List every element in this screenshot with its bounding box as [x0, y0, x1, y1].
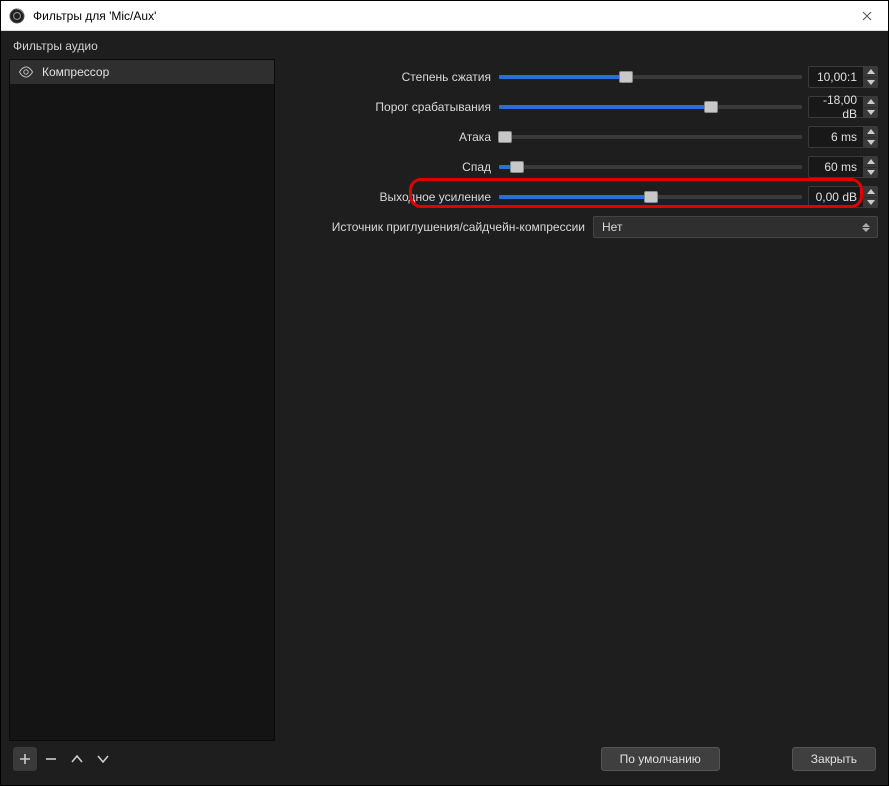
ratio-spinbox[interactable]: 10,00:1	[808, 66, 878, 88]
footer: По умолчанию Закрыть	[9, 741, 880, 777]
attack-label: Атака	[283, 130, 499, 144]
close-button[interactable]: Закрыть	[792, 747, 876, 771]
move-down-button[interactable]	[91, 747, 115, 771]
gain-spinbox[interactable]: 0,00 dB	[808, 186, 878, 208]
properties-panel: Степень сжатия 10,00:1	[283, 59, 880, 243]
gain-value[interactable]: 0,00 dB	[809, 187, 863, 207]
ratio-step-down[interactable]	[864, 77, 877, 88]
attack-step-down[interactable]	[864, 137, 877, 148]
threshold-label: Порог срабатывания	[283, 100, 499, 114]
prop-release: Спад 60 ms	[283, 153, 878, 181]
release-slider[interactable]	[499, 165, 802, 169]
window-title: Фильтры для 'Mic/Aux'	[33, 9, 156, 23]
release-value[interactable]: 60 ms	[809, 157, 863, 177]
ratio-slider[interactable]	[499, 75, 802, 79]
gain-step-up[interactable]	[864, 187, 877, 197]
remove-filter-button[interactable]	[39, 747, 63, 771]
release-step-up[interactable]	[864, 157, 877, 167]
attack-slider[interactable]	[499, 135, 802, 139]
app-icon	[9, 8, 25, 24]
prop-threshold: Порог срабатывания -18,00 dB	[283, 93, 878, 121]
gain-slider[interactable]	[499, 195, 802, 199]
ratio-value[interactable]: 10,00:1	[809, 67, 863, 87]
ratio-step-up[interactable]	[864, 67, 877, 77]
defaults-button[interactable]: По умолчанию	[601, 747, 720, 771]
attack-spinbox[interactable]: 6 ms	[808, 126, 878, 148]
release-step-down[interactable]	[864, 167, 877, 178]
threshold-spinbox[interactable]: -18,00 dB	[808, 96, 878, 118]
sidechain-combo[interactable]: Нет	[593, 216, 878, 238]
titlebar: Фильтры для 'Mic/Aux'	[1, 1, 888, 31]
attack-step-up[interactable]	[864, 127, 877, 137]
threshold-slider[interactable]	[499, 105, 802, 109]
prop-sidechain: Источник приглушения/сайдчейн-компрессии…	[283, 213, 878, 241]
ratio-label: Степень сжатия	[283, 70, 499, 84]
threshold-step-down[interactable]	[864, 107, 877, 118]
threshold-value[interactable]: -18,00 dB	[809, 97, 863, 117]
filter-item-compressor[interactable]: Компрессор	[10, 60, 274, 84]
prop-attack: Атака 6 ms	[283, 123, 878, 151]
gain-step-down[interactable]	[864, 197, 877, 208]
prop-ratio: Степень сжатия 10,00:1	[283, 63, 878, 91]
add-filter-button[interactable]	[13, 747, 37, 771]
sidechain-value: Нет	[602, 220, 859, 234]
move-up-button[interactable]	[65, 747, 89, 771]
gain-label: Выходное усиление	[283, 190, 499, 204]
chevron-updown-icon	[859, 223, 873, 232]
body: Фильтры аудио Компрессор Степень сжатия	[1, 31, 888, 785]
visibility-icon[interactable]	[18, 64, 34, 80]
attack-value[interactable]: 6 ms	[809, 127, 863, 147]
release-label: Спад	[283, 160, 499, 174]
sidechain-label: Источник приглушения/сайдчейн-компрессии	[283, 220, 593, 234]
filters-window: Фильтры для 'Mic/Aux' Фильтры аудио Комп…	[0, 0, 889, 786]
audio-filters-label: Фильтры аудио	[9, 37, 880, 59]
filter-list[interactable]: Компрессор	[9, 59, 275, 741]
threshold-step-up[interactable]	[864, 97, 877, 107]
close-icon[interactable]	[854, 8, 880, 24]
release-spinbox[interactable]: 60 ms	[808, 156, 878, 178]
filter-item-label: Компрессор	[42, 65, 109, 79]
prop-gain: Выходное усиление 0,00 dB	[283, 183, 878, 211]
